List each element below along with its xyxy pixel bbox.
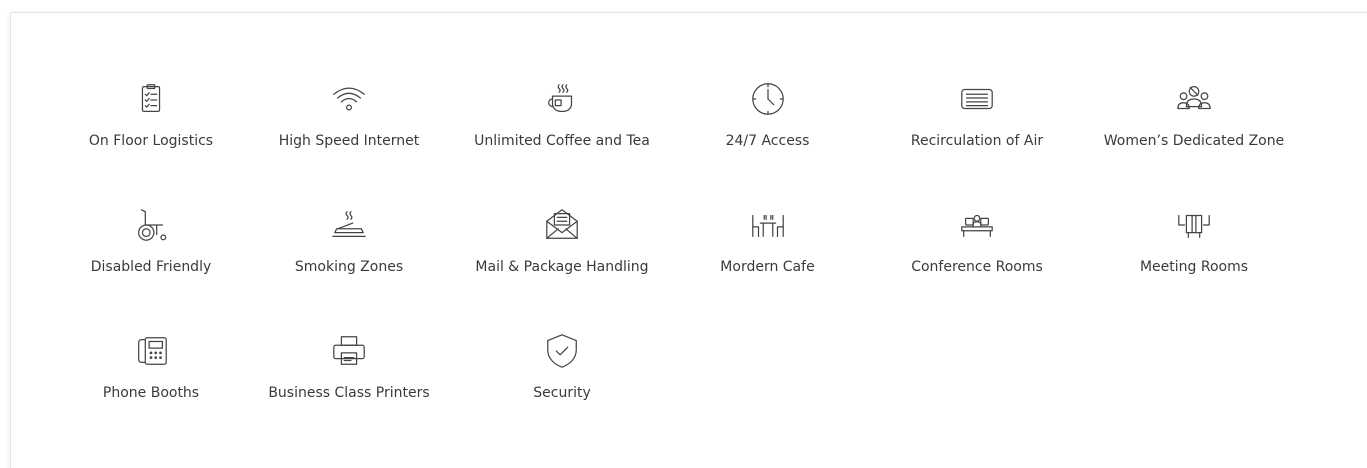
amenities-panel: On Floor Logistics High Speed Internet U… bbox=[10, 12, 1367, 468]
amenity-smoking-zones: Smoking Zones bbox=[249, 205, 449, 331]
page: On Floor Logistics High Speed Internet U… bbox=[0, 0, 1367, 468]
amenity-label: Business Class Printers bbox=[268, 385, 430, 401]
air-vent-icon bbox=[957, 79, 997, 119]
cafe-tables-icon bbox=[748, 205, 788, 245]
amenity-label: Recirculation of Air bbox=[910, 133, 1044, 149]
mail-envelope-icon bbox=[542, 205, 582, 245]
amenity-24-7-access: 24/7 Access bbox=[675, 79, 860, 205]
amenity-conference-rooms: Conference Rooms bbox=[860, 205, 1094, 331]
shield-check-icon bbox=[542, 331, 582, 371]
amenity-unlimited-coffee-tea: Unlimited Coffee and Tea bbox=[449, 79, 675, 205]
amenity-label: Security bbox=[533, 385, 591, 401]
amenity-label: Women’s Dedicated Zone bbox=[1103, 133, 1285, 149]
amenity-label: 24/7 Access bbox=[725, 133, 810, 149]
amenity-label: Smoking Zones bbox=[294, 259, 404, 275]
desk-phone-icon bbox=[131, 331, 171, 371]
wheelchair-icon bbox=[131, 205, 171, 245]
amenity-meeting-rooms: Meeting Rooms bbox=[1094, 205, 1294, 331]
conference-room-icon bbox=[957, 205, 997, 245]
amenity-label: Mordern Cafe bbox=[720, 259, 815, 275]
amenity-recirculation-air: Recirculation of Air bbox=[860, 79, 1094, 205]
amenity-phone-booths: Phone Booths bbox=[53, 331, 249, 457]
amenity-label: Mail & Package Handling bbox=[475, 259, 649, 275]
amenity-high-speed-internet: High Speed Internet bbox=[249, 79, 449, 205]
women-group-icon bbox=[1174, 79, 1214, 119]
amenity-label: Meeting Rooms bbox=[1139, 259, 1249, 275]
clock-icon bbox=[748, 79, 788, 119]
wifi-icon bbox=[329, 79, 369, 119]
amenity-business-class-printers: Business Class Printers bbox=[249, 331, 449, 457]
amenity-on-floor-logistics: On Floor Logistics bbox=[53, 79, 249, 205]
printer-icon bbox=[329, 331, 369, 371]
amenity-security: Security bbox=[449, 331, 675, 457]
amenity-womens-dedicated-zone: Women’s Dedicated Zone bbox=[1094, 79, 1294, 205]
amenity-disabled-friendly: Disabled Friendly bbox=[53, 205, 249, 331]
amenity-label: Conference Rooms bbox=[911, 259, 1043, 275]
clipboard-checklist-icon bbox=[131, 79, 171, 119]
amenity-label: Unlimited Coffee and Tea bbox=[474, 133, 650, 149]
amenity-label: On Floor Logistics bbox=[88, 133, 214, 149]
amenity-modern-cafe: Mordern Cafe bbox=[675, 205, 860, 331]
coffee-cup-icon bbox=[542, 79, 582, 119]
amenity-label: High Speed Internet bbox=[278, 133, 420, 149]
amenity-mail-package-handling: Mail & Package Handling bbox=[449, 205, 675, 331]
amenities-grid: On Floor Logistics High Speed Internet U… bbox=[53, 79, 1294, 457]
meeting-room-icon bbox=[1174, 205, 1214, 245]
amenity-label: Disabled Friendly bbox=[90, 259, 212, 275]
smoking-zone-icon bbox=[329, 205, 369, 245]
amenity-label: Phone Booths bbox=[102, 385, 200, 401]
